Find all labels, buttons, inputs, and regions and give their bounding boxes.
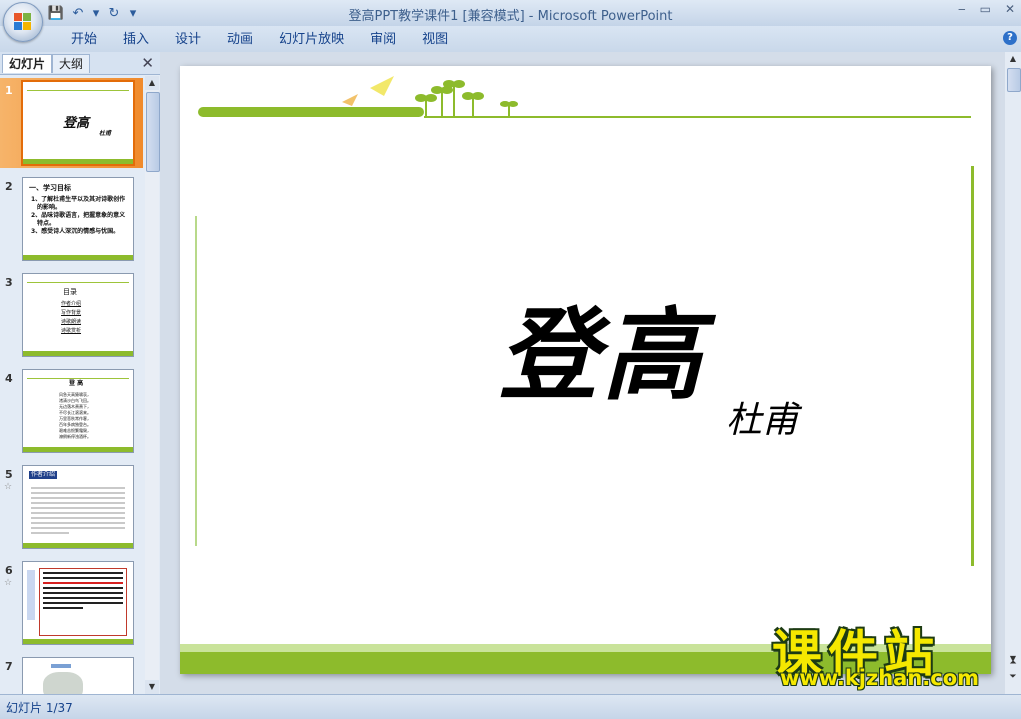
thumbnail-slide-1[interactable]: 1 登高 杜甫 (0, 78, 143, 168)
slide-number: 1 (5, 84, 13, 97)
slide-number: 5 (5, 468, 13, 481)
current-slide[interactable]: 登高 杜甫 (180, 66, 991, 674)
slide-thumbnail[interactable]: 登高 杜甫 (21, 80, 135, 166)
slide-number: 3 (5, 276, 13, 289)
animation-star-icon: ☆ (4, 482, 13, 492)
slide-editing-area: 登高 杜甫 (160, 52, 1005, 694)
tab-home[interactable]: 开始 (58, 31, 110, 49)
thumb-body: 作者介绍 写作背景 诗歌朗读 诗歌赏析 (61, 301, 82, 334)
thumbnail-slide-3[interactable]: 3 目录 作者介绍 写作背景 诗歌朗读 诗歌赏析 (0, 270, 143, 360)
window-title: 登高PPT教学课件1 [兼容模式] - Microsoft PowerPoint (348, 9, 673, 24)
tab-outline[interactable]: 大纲 (52, 54, 91, 73)
tab-slides[interactable]: 幻灯片 (2, 54, 53, 73)
decor-bar (23, 543, 133, 548)
slide-thumbnail[interactable]: 登 高 风急天高猿啸哀， 渚清沙白鸟飞回。 无边落木萧萧下， 不尽长江滚滚来。 … (22, 369, 134, 453)
slides-panel: 幻灯片 大纲 ✕ 1 登高 杜甫 2 一、学习目标 1、了解杜甫生平以及其对诗歌… (0, 52, 161, 694)
scroll-down-icon[interactable]: ▼ (145, 680, 159, 694)
thumbnail-slide-5[interactable]: 5 ☆ 作者介绍 (0, 462, 143, 552)
previous-slide-icon[interactable]: ⏶ (1007, 658, 1019, 668)
sprouts (415, 80, 518, 117)
scroll-thumb[interactable] (1007, 68, 1021, 92)
slide-number: 2 (5, 180, 13, 193)
thumbnail-slide-6[interactable]: 6 ☆ (0, 558, 143, 648)
decor-right-line (971, 166, 974, 566)
watermark-logo: 课件站 www.kjzhan.com (772, 614, 1002, 694)
vertical-scrollbar[interactable]: ▲ ▼ ⏶ ⏷ (1005, 52, 1021, 694)
decor-bar (23, 639, 133, 644)
slide-number: 6 (5, 564, 13, 577)
thumb-heading: 作者介绍 (29, 471, 58, 479)
slide-thumbnail[interactable] (22, 657, 134, 694)
close-panel-icon[interactable]: ✕ (141, 54, 154, 72)
tab-view[interactable]: 视图 (409, 31, 461, 49)
tab-animation[interactable]: 动画 (214, 31, 266, 49)
slide-thumbnail[interactable]: 作者介绍 (22, 465, 134, 549)
thumbnail-slide-4[interactable]: 4 登 高 风急天高猿啸哀， 渚清沙白鸟飞回。 无边落木萧萧下， 不尽长江滚滚来… (0, 366, 143, 456)
paper-plane-icon (370, 76, 394, 96)
thumb-image (43, 672, 83, 694)
thumb-heading: 一、学习目标 (29, 184, 71, 192)
slide-subtitle[interactable]: 杜甫 (726, 391, 798, 443)
title-bar: 💾 ↶ ▾ ↻ ▾ 登高PPT教学课件1 [兼容模式] - Microsoft … (0, 0, 1021, 26)
slide-counter: 幻灯片 1/37 (6, 701, 73, 715)
decor-bar (23, 351, 133, 356)
thumbnail-list: 1 登高 杜甫 2 一、学习目标 1、了解杜甫生平以及其对诗歌创作 的影响。 2… (0, 76, 143, 694)
scroll-thumb[interactable] (146, 92, 160, 172)
ribbon-tabs: 开始 插入 设计 动画 幻灯片放映 审阅 视图 (58, 31, 461, 49)
thumb-title: 登高 (63, 116, 90, 131)
thumbnail-scrollbar[interactable]: ▲ ▼ (145, 76, 160, 694)
office-logo-icon (14, 13, 32, 31)
thumb-body: 风急天高猿啸哀， 渚清沙白鸟飞回。 无边落木萧萧下， 不尽长江滚滚来。 万里悲秋… (59, 392, 91, 439)
minimize-icon[interactable]: ‒ (958, 2, 966, 16)
thumb-text-lines (31, 484, 125, 537)
thumb-body: 1、了解杜甫生平以及其对诗歌创作 的影响。 2、品味诗歌语言，把握意象的意义 特… (31, 196, 126, 235)
decor-line (27, 378, 129, 379)
tab-review[interactable]: 审阅 (357, 31, 409, 49)
slide-number: 4 (5, 372, 13, 385)
scroll-up-icon[interactable]: ▲ (145, 76, 159, 90)
thumbnail-slide-2[interactable]: 2 一、学习目标 1、了解杜甫生平以及其对诗歌创作 的影响。 2、品味诗歌语言，… (0, 174, 143, 264)
maximize-icon[interactable]: ▭ (980, 2, 991, 16)
status-bar: 幻灯片 1/37 (0, 694, 1021, 719)
slide-number: 7 (5, 660, 13, 673)
thumbnail-slide-7[interactable]: 7 (0, 654, 143, 694)
tab-slideshow[interactable]: 幻灯片放映 (266, 31, 357, 49)
decor-top-bar (198, 107, 424, 117)
decor-line (27, 282, 129, 283)
scroll-up-icon[interactable]: ▲ (1005, 52, 1021, 66)
window-controls: ‒ ▭ ✕ (958, 2, 1015, 16)
thumb-side-label (27, 570, 35, 620)
watermark-url: www.kjzhan.com (780, 666, 980, 690)
slide-thumbnail[interactable]: 一、学习目标 1、了解杜甫生平以及其对诗歌创作 的影响。 2、品味诗歌语言，把握… (22, 177, 134, 261)
decor-bar (23, 447, 133, 452)
thumb-heading: 登 高 (69, 380, 84, 387)
decor-left-line (195, 216, 197, 546)
next-slide-icon[interactable]: ⏷ (1007, 672, 1019, 682)
close-icon[interactable]: ✕ (1005, 2, 1015, 16)
help-icon[interactable]: ? (1003, 31, 1017, 45)
slide-thumbnail[interactable] (22, 561, 134, 645)
tab-insert[interactable]: 插入 (110, 31, 162, 49)
animation-star-icon: ☆ (4, 578, 13, 588)
ribbon: 开始 插入 设计 动画 幻灯片放映 审阅 视图 ? (0, 26, 1021, 53)
thumb-text-box (39, 568, 127, 636)
paper-plane-icon (342, 94, 358, 106)
decor-line (27, 90, 129, 91)
slide-thumbnail[interactable]: 目录 作者介绍 写作背景 诗歌朗读 诗歌赏析 (22, 273, 134, 357)
thumb-subtitle: 杜甫 (99, 130, 112, 137)
decor-bar (23, 159, 133, 164)
decor-bar (23, 255, 133, 260)
tab-design[interactable]: 设计 (162, 31, 214, 49)
panel-tabs: 幻灯片 大纲 ✕ (0, 52, 160, 75)
slide-title[interactable]: 登高 (498, 274, 706, 419)
office-button[interactable] (3, 2, 43, 42)
thumb-heading: 目录 (63, 288, 77, 296)
